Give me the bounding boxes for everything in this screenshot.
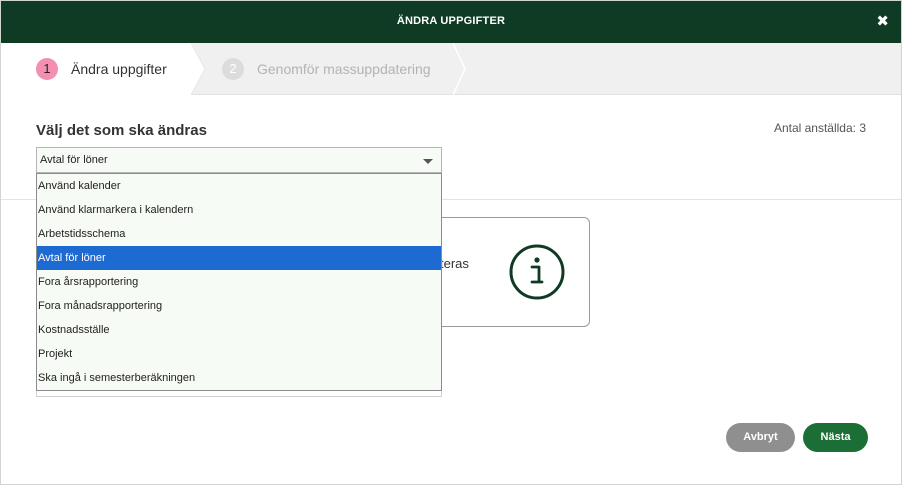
next-button[interactable]: Nästa xyxy=(803,423,868,452)
step-1: 1 Ändra uppgifter xyxy=(36,58,167,80)
dropdown-option[interactable]: Använd kalender xyxy=(37,174,441,198)
step-label: Genomför massuppdatering xyxy=(257,61,431,77)
stepper: 1 Ändra uppgifter 2 Genomför massuppdate… xyxy=(1,43,901,95)
chevron-down-icon xyxy=(423,159,433,164)
step-label: Ändra uppgifter xyxy=(71,61,167,77)
dropdown-option[interactable]: Projekt xyxy=(37,342,441,366)
change-details-dialog: ÄNDRA UPPGIFTER ✖ 1 Ändra uppgifter 2 Ge… xyxy=(0,0,902,485)
dropdown-option[interactable]: Använd klarmarkera i kalendern xyxy=(37,198,441,222)
info-text: teras xyxy=(440,256,469,271)
dialog-title: ÄNDRA UPPGIFTER xyxy=(396,15,506,27)
dropdown-option[interactable]: Arbetstidsschema xyxy=(37,222,441,246)
dropdown-option[interactable]: Fora månadsrapportering xyxy=(37,294,441,318)
step-2: 2 Genomför massuppdatering xyxy=(222,58,431,80)
select-dropdown[interactable]: Använd kalender Använd klarmarkera i kal… xyxy=(36,173,442,391)
employee-count: Antal anställda: 3 xyxy=(773,121,866,135)
step-number: 1 xyxy=(36,58,58,80)
select-value: Avtal för löner xyxy=(40,154,108,166)
dropdown-option-selected[interactable]: Avtal för löner xyxy=(37,246,441,270)
step-number: 2 xyxy=(222,58,244,80)
dropdown-option[interactable]: Kostnadsställe xyxy=(37,318,441,342)
step-separator-icon xyxy=(191,43,206,95)
section-title: Välj det som ska ändras xyxy=(36,122,207,139)
dropdown-option[interactable]: Ska ingå i semesterberäkningen xyxy=(37,366,441,390)
dropdown-option[interactable]: Fora årsrapportering xyxy=(37,270,441,294)
cancel-button[interactable]: Avbryt xyxy=(726,423,795,452)
dialog-header: ÄNDRA UPPGIFTER ✖ xyxy=(1,1,901,43)
info-circle-icon xyxy=(509,244,565,300)
field-select[interactable]: Avtal för löner xyxy=(36,147,442,173)
close-icon[interactable]: ✖ xyxy=(876,13,889,31)
step-separator-icon xyxy=(453,43,466,95)
